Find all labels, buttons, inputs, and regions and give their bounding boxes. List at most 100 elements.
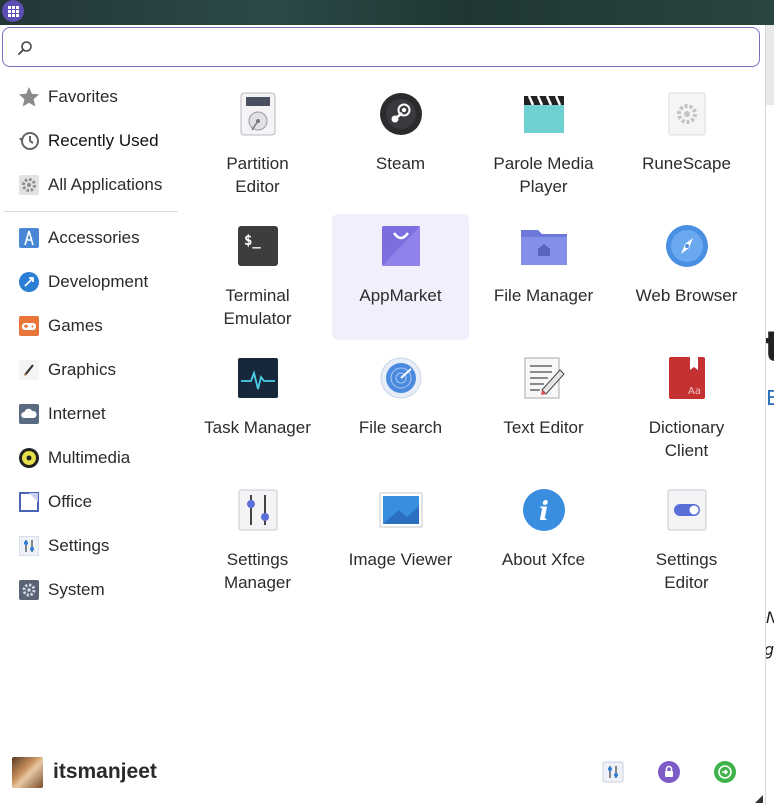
app-label: Settings Manager — [223, 550, 292, 592]
svg-text:i: i — [539, 497, 549, 527]
sidebar-item-label: Office — [48, 492, 93, 511]
folder-home-icon — [520, 222, 568, 270]
logout-button[interactable] — [713, 760, 737, 784]
sidebar-item-label: Internet — [48, 404, 106, 423]
background-window-glyph: E — [766, 386, 774, 410]
toggle-icon — [663, 486, 711, 534]
sidebar-item-development[interactable]: Development — [10, 264, 178, 300]
app-text-editor[interactable]: Text Editor — [475, 346, 612, 472]
avatar — [12, 757, 43, 788]
sidebar-item-label: Recently Used — [48, 131, 159, 150]
app-label: Image Viewer — [348, 550, 453, 569]
background-window — [765, 25, 774, 805]
sidebar-item-label: All Applications — [48, 175, 163, 194]
application-menu: Favorites Recently Used All Applications… — [0, 25, 766, 805]
steam-icon — [377, 90, 425, 138]
app-settings-editor[interactable]: Settings Editor — [618, 478, 755, 604]
app-label: Settings Editor — [655, 550, 718, 592]
app-label: About Xfce — [501, 550, 586, 569]
sidebar-item-label: Favorites — [48, 87, 118, 106]
app-about-xfce[interactable]: i About Xfce — [475, 478, 612, 604]
app-launcher-button[interactable] — [2, 0, 24, 22]
sidebar-divider — [4, 211, 178, 212]
sidebar-item-label: System — [48, 580, 105, 599]
sidebar-item-label: Multimedia — [48, 448, 131, 467]
grid-icon — [7, 5, 19, 17]
pencil-icon — [18, 359, 40, 381]
compass-tools-icon — [18, 227, 40, 249]
app-label: Partition Editor — [226, 154, 289, 196]
app-label: Terminal Emulator — [223, 286, 292, 328]
sidebar-item-label: Accessories — [48, 228, 140, 247]
sidebar-item-settings[interactable]: Settings — [10, 528, 178, 564]
app-terminal-emulator[interactable]: $_ Terminal Emulator — [189, 214, 326, 340]
compass-icon — [663, 222, 711, 270]
info-icon: i — [520, 486, 568, 534]
sidebar-item-accessories[interactable]: Accessories — [10, 220, 178, 256]
sidebar-item-multimedia[interactable]: Multimedia — [10, 440, 178, 476]
sidebar-item-favorites[interactable]: Favorites — [10, 79, 178, 115]
development-icon — [18, 271, 40, 293]
search-box[interactable] — [2, 27, 760, 67]
disk-icon — [234, 90, 282, 138]
sidebar-item-label: Games — [48, 316, 103, 335]
lock-icon — [658, 761, 680, 783]
svg-text:$_: $_ — [244, 233, 261, 249]
book-icon: Aa — [663, 354, 711, 402]
app-label: AppMarket — [359, 286, 442, 305]
app-label: Text Editor — [503, 418, 584, 437]
system-gear-icon — [18, 579, 40, 601]
menu-footer: itsmanjeet — [0, 750, 765, 805]
app-dictionary-client[interactable]: Aa Dictionary Client — [618, 346, 755, 472]
lock-screen-button[interactable] — [657, 760, 681, 784]
sidebar-item-games[interactable]: Games — [10, 308, 178, 344]
app-runescape[interactable]: RuneScape — [618, 82, 755, 208]
username: itsmanjeet — [53, 760, 157, 783]
clapperboard-icon — [520, 90, 568, 138]
app-label: File search — [358, 418, 443, 437]
cloud-icon — [18, 403, 40, 425]
app-label: Steam — [375, 154, 426, 173]
app-label: Web Browser — [635, 286, 738, 305]
app-file-manager[interactable]: File Manager — [475, 214, 612, 340]
desktop-background — [0, 0, 774, 25]
sidebar-item-label: Settings — [48, 536, 110, 555]
app-parole-media-player[interactable]: Parole Media Player — [475, 82, 612, 208]
gamepad-icon — [18, 315, 40, 337]
app-label: Task Manager — [204, 418, 311, 437]
sidebar-item-recently-used[interactable]: Recently Used — [10, 123, 178, 159]
background-window-glyph: N — [766, 608, 774, 627]
app-file-search[interactable]: File search — [332, 346, 469, 472]
sidebar-item-internet[interactable]: Internet — [10, 396, 178, 432]
app-partition-editor[interactable]: Partition Editor — [189, 82, 326, 208]
app-label: Parole Media Player — [493, 154, 594, 196]
svg-text:Aa: Aa — [688, 386, 701, 397]
sidebar-item-office[interactable]: Office — [10, 484, 178, 520]
logout-icon — [714, 761, 736, 783]
text-editor-icon — [520, 354, 568, 402]
shopping-bag-icon — [377, 222, 425, 270]
gear-icon — [18, 174, 40, 196]
app-image-viewer[interactable]: Image Viewer — [332, 478, 469, 604]
resize-grip[interactable] — [755, 795, 763, 803]
sidebar-item-label: Development — [48, 272, 149, 291]
heartbeat-monitor-icon — [234, 354, 282, 402]
app-web-browser[interactable]: Web Browser — [618, 214, 755, 340]
search-input[interactable] — [39, 34, 743, 62]
sidebar-item-all-applications[interactable]: All Applications — [10, 167, 178, 203]
app-steam[interactable]: Steam — [332, 82, 469, 208]
app-appmarket[interactable]: AppMarket — [332, 214, 469, 340]
app-settings-manager[interactable]: Settings Manager — [189, 478, 326, 604]
image-icon — [377, 486, 425, 534]
star-icon — [18, 86, 40, 108]
terminal-icon: $_ — [234, 222, 282, 270]
settings-button[interactable] — [601, 760, 625, 784]
app-label: File Manager — [493, 286, 594, 305]
disc-icon — [18, 447, 40, 469]
app-label: RuneScape — [642, 154, 731, 173]
generic-gear-icon — [663, 90, 711, 138]
app-task-manager[interactable]: Task Manager — [189, 346, 326, 472]
sidebar-item-system[interactable]: System — [10, 572, 178, 608]
sidebar-item-graphics[interactable]: Graphics — [10, 352, 178, 388]
background-window-toolbar — [765, 25, 774, 105]
